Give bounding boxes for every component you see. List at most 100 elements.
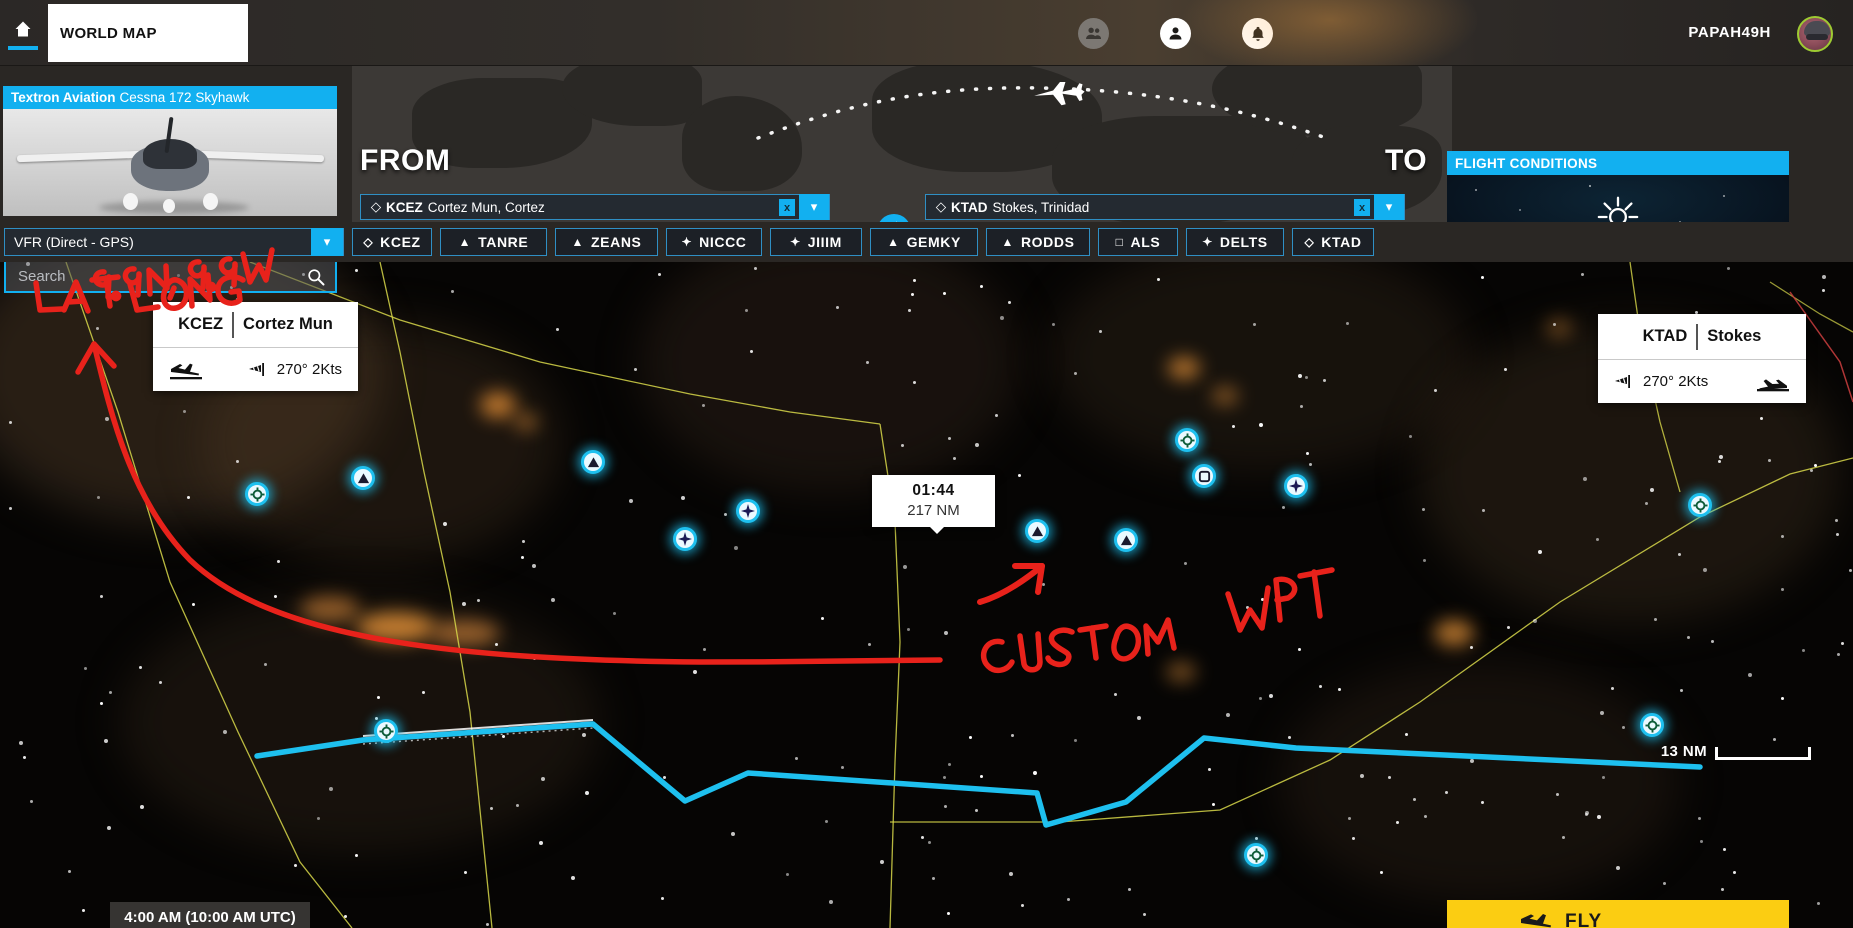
triangle-icon: ▲ xyxy=(887,235,900,249)
username-label: PAPAH49H xyxy=(1688,24,1771,41)
arrival-wind-value: 270° 2Kts xyxy=(1643,373,1709,390)
departure-card-code: KCEZ xyxy=(178,315,224,333)
poi-airport-marker[interactable] xyxy=(1640,713,1664,737)
map-search-input[interactable]: Search xyxy=(4,262,337,293)
route-airport-marker[interactable] xyxy=(245,482,269,506)
waypoint-chip-jiiim[interactable]: ✦ JIIIM xyxy=(770,228,862,256)
avatar-glasses xyxy=(1806,34,1828,40)
airport-icon: ◇ xyxy=(363,235,374,249)
waypoint-chip-label: ZEANS xyxy=(591,234,642,250)
flight-rules-caret[interactable]: ▾ xyxy=(311,228,343,256)
fly-button[interactable]: FLY xyxy=(1447,900,1789,928)
arrival-clear-button[interactable]: x xyxy=(1354,199,1370,216)
waypoint-chip-label: KCEZ xyxy=(380,234,421,250)
world-map-canvas[interactable]: Search KCEZ Cortez Mun 270° 2Kts KTAD St… xyxy=(0,262,1853,928)
departure-card-name: Cortez Mun xyxy=(243,315,333,333)
triangle-icon: ▲ xyxy=(571,235,585,249)
planner-plane-icon xyxy=(1034,82,1085,106)
waypoint-chip-zeans[interactable]: ▲ ZEANS xyxy=(555,228,658,256)
leg-summary-card: 01:44 217 NM xyxy=(872,475,995,534)
profile-icon[interactable] xyxy=(1160,18,1191,49)
waypoint-chip-niccc[interactable]: ✦ NICCC xyxy=(666,228,762,256)
waypoint-chip-tanre[interactable]: ▲ TANRE xyxy=(440,228,547,256)
waypoint-chip-gemky[interactable]: ▲ GEMKY xyxy=(870,228,978,256)
poi-airport-marker[interactable] xyxy=(1175,428,1199,452)
route-square-marker[interactable] xyxy=(1192,464,1216,488)
route-star-marker[interactable] xyxy=(1284,474,1308,498)
windsock-icon xyxy=(1615,374,1630,388)
poi-airport-marker[interactable] xyxy=(1244,843,1268,867)
arrival-wind: 270° 2Kts xyxy=(1614,373,1708,390)
departure-airport-field[interactable]: ◇ KCEZ Cortez Mun, Cortez x ▾ xyxy=(360,194,830,220)
star-icon: ✦ xyxy=(1202,235,1213,249)
route-star-marker[interactable] xyxy=(673,527,697,551)
route-triangle-marker[interactable] xyxy=(1025,519,1049,543)
departure-dropdown-caret[interactable]: ▾ xyxy=(799,194,829,220)
route-star-marker[interactable] xyxy=(736,499,760,523)
poi-airport-marker[interactable] xyxy=(374,719,398,743)
waypoint-chip-kcez[interactable]: ◇ KCEZ xyxy=(352,228,432,256)
arrival-card-code: KTAD xyxy=(1642,327,1688,345)
waypoint-chip-label: KTAD xyxy=(1321,234,1362,250)
friends-icon[interactable] xyxy=(1078,18,1109,49)
tab-world-map[interactable]: WORLD MAP xyxy=(48,4,248,62)
flight-rules-select[interactable]: VFR (Direct - GPS) ▾ xyxy=(4,228,344,256)
arrival-plane-icon xyxy=(1757,378,1789,391)
route-chip-bar: VFR (Direct - GPS) ▾ ◇ KCEZ ▲ TANRE ▲ ZEANS ✦ N… xyxy=(0,222,1853,262)
avatar[interactable] xyxy=(1797,16,1833,52)
arrival-card-name: Stokes xyxy=(1707,327,1762,345)
departure-airport-card[interactable]: KCEZ Cortez Mun 270° 2Kts xyxy=(153,302,358,391)
windsock-icon xyxy=(248,362,264,376)
departure-clear-button[interactable]: x xyxy=(779,199,795,216)
aircraft-thumbnail xyxy=(3,109,337,216)
to-label: TO xyxy=(1385,144,1428,177)
waypoint-chip-als[interactable]: □ ALS xyxy=(1098,228,1178,256)
aircraft-model: Cessna 172 Skyhawk xyxy=(119,90,250,105)
home-tab-underline xyxy=(8,45,38,50)
friends-glyph xyxy=(1086,27,1102,40)
waypoint-chip-label: DELTS xyxy=(1219,234,1268,250)
route-airport-marker[interactable] xyxy=(1688,493,1712,517)
flight-planner-bar: Textron Aviation Cessna 172 Skyhawk FROM… xyxy=(0,66,1853,314)
fly-button-label: FLY xyxy=(1565,911,1603,928)
aircraft-title: Textron Aviation Cessna 172 Skyhawk xyxy=(3,86,337,109)
departure-card-info: 270° 2Kts xyxy=(153,347,358,391)
home-tab[interactable] xyxy=(4,6,42,62)
waypoint-chip-rodds[interactable]: ▲ RODDS xyxy=(986,228,1090,256)
waypoint-chip-delts[interactable]: ✦ DELTS xyxy=(1186,228,1284,256)
from-label: FROM xyxy=(360,144,451,177)
magnifier-icon[interactable] xyxy=(306,267,326,287)
star-icon: ✦ xyxy=(681,235,693,249)
home-icon xyxy=(15,21,31,36)
arrival-name: Stokes, Trinidad xyxy=(992,199,1090,215)
map-scale-label: 13 NM xyxy=(1660,743,1707,760)
person-glyph xyxy=(1169,27,1182,40)
route-triangle-marker[interactable] xyxy=(581,450,605,474)
route-triangle-marker[interactable] xyxy=(1114,528,1138,552)
simulation-time-chip[interactable]: 4:00 AM (10:00 AM UTC) xyxy=(110,902,310,928)
flight-rules-value: VFR (Direct - GPS) xyxy=(14,234,134,250)
arrival-airport-card[interactable]: KTAD Stokes 270° 2Kts xyxy=(1598,314,1806,403)
departure-wind-value: 270° 2Kts xyxy=(276,361,342,378)
planner-route-dots xyxy=(756,82,1328,140)
bell-glyph xyxy=(1251,26,1264,41)
arrival-dropdown-caret[interactable]: ▾ xyxy=(1374,194,1404,220)
departure-plane-icon xyxy=(170,363,202,379)
waypoint-chip-label: RODDS xyxy=(1020,234,1075,250)
world-map-tab-label: WORLD MAP xyxy=(60,24,157,42)
aircraft-card[interactable]: Textron Aviation Cessna 172 Skyhawk xyxy=(3,86,337,216)
divider xyxy=(1696,323,1699,350)
triangle-icon: ▲ xyxy=(458,235,472,249)
departure-card-header: KCEZ Cortez Mun xyxy=(153,302,358,347)
square-icon: □ xyxy=(1115,235,1124,249)
arrival-airport-field[interactable]: ◇ KTAD Stokes, Trinidad x ▾ xyxy=(925,194,1405,220)
waypoint-chip-label: GEMKY xyxy=(906,234,961,250)
waypoint-chip-ktad[interactable]: ◇ KTAD xyxy=(1292,228,1374,256)
flight-conditions-title: FLIGHT CONDITIONS xyxy=(1447,151,1789,175)
leg-time: 01:44 xyxy=(912,482,955,499)
arrival-card-header: KTAD Stokes xyxy=(1598,314,1806,359)
route-triangle-marker[interactable] xyxy=(351,466,375,490)
notification-icon[interactable] xyxy=(1242,18,1273,49)
waypoint-chip-label: NICCC xyxy=(699,234,747,250)
map-scale-indicator: 13 NM xyxy=(1661,743,1811,760)
